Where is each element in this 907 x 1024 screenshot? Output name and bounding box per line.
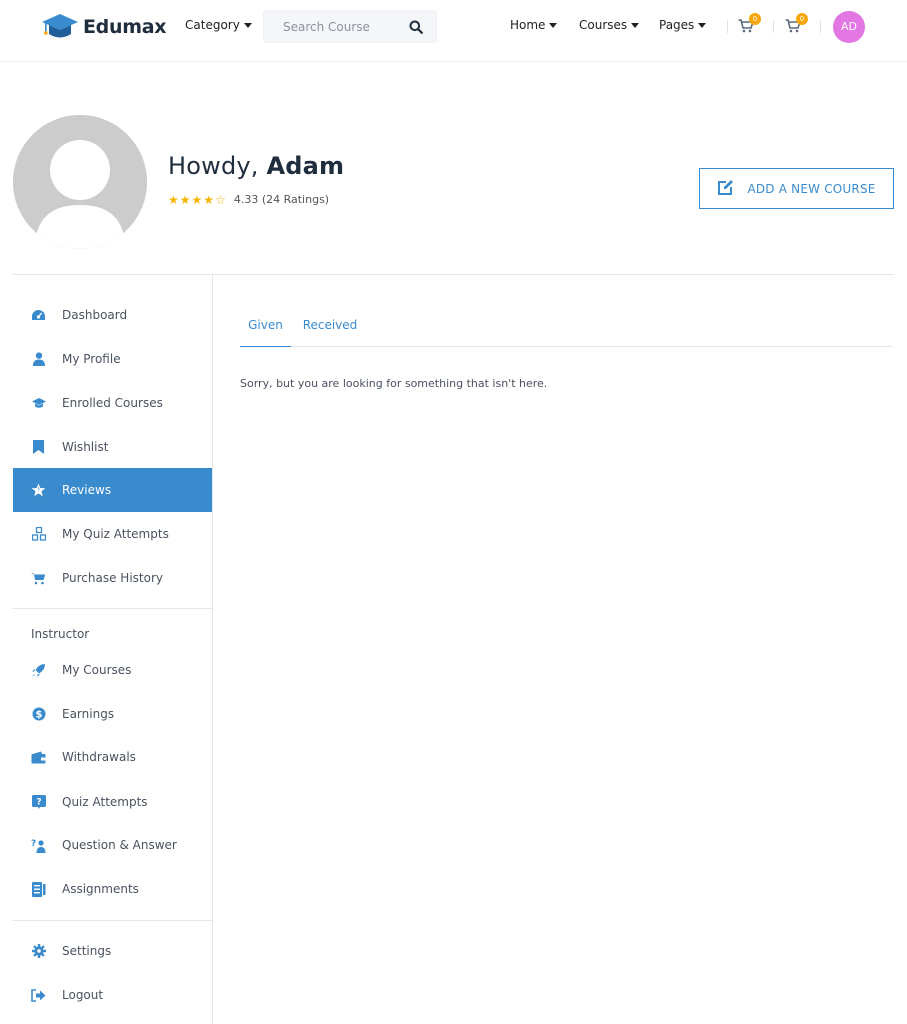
- sidebar-item-my-profile[interactable]: My Profile: [13, 337, 212, 381]
- star-empty-icon: ☆: [215, 192, 226, 207]
- caret-down-icon: [698, 22, 707, 28]
- bookmark-icon: [13, 440, 62, 454]
- sidebar-item-label: Logout: [62, 988, 104, 1002]
- tab-received[interactable]: Received: [302, 304, 358, 347]
- graduation-cap-logo-icon: [40, 12, 80, 42]
- search-input[interactable]: [264, 11, 404, 42]
- quiz-icon: [13, 527, 62, 541]
- cart-count-badge: 0: [749, 13, 761, 25]
- sidebar-item-purchase-history[interactable]: Purchase History: [13, 556, 212, 600]
- sidebar-item-wishlist[interactable]: Wishlist: [13, 425, 212, 469]
- category-dropdown[interactable]: Category: [185, 18, 252, 32]
- greeting-title: Howdy, Adam: [168, 152, 344, 180]
- nav-pages[interactable]: Pages: [659, 18, 707, 32]
- rating-stars: ★ ★ ★ ★ ☆: [168, 194, 227, 206]
- sidebar-item-label: My Courses: [62, 663, 132, 677]
- cart-icon: [13, 572, 62, 585]
- sidebar-item-label: Reviews: [62, 483, 112, 497]
- sidebar-item-label: Quiz Attempts: [62, 795, 148, 809]
- category-label: Category: [185, 18, 240, 32]
- sidebar-item-label: Assignments: [62, 882, 139, 896]
- empty-state-message: Sorry, but you are looking for something…: [240, 377, 548, 390]
- assignment-icon: [13, 881, 62, 897]
- star-icon: [13, 483, 62, 497]
- divider: [820, 20, 821, 33]
- sidebar-item-label: My Quiz Attempts: [62, 527, 169, 541]
- caret-down-icon: [631, 22, 640, 28]
- rocket-icon: [13, 663, 62, 678]
- brand-name: Edumax: [83, 16, 167, 38]
- brand-logo[interactable]: Edumax: [40, 11, 166, 43]
- svg-text:$: $: [35, 710, 42, 721]
- nav-home[interactable]: Home: [510, 18, 558, 32]
- cart-button[interactable]: 0: [738, 13, 761, 34]
- instructor-rating: ★ ★ ★ ★ ☆ 4.33 (24 Ratings): [168, 193, 329, 206]
- user-name: Adam: [266, 152, 345, 180]
- sidebar-item-earnings[interactable]: $ Earnings: [13, 692, 212, 736]
- sidebar-item-my-courses[interactable]: My Courses: [13, 648, 212, 692]
- sidebar-item-logout[interactable]: Logout: [13, 973, 212, 1017]
- cart-button-secondary[interactable]: 0: [785, 13, 808, 34]
- divider: [13, 608, 212, 609]
- divider: [773, 20, 774, 33]
- caret-down-icon: [549, 22, 558, 28]
- svg-text:?: ?: [36, 798, 41, 808]
- sidebar-item-label: Settings: [62, 944, 112, 958]
- search-icon[interactable]: [409, 19, 423, 38]
- dashboard-sidebar: Dashboard My Profile Enrolled Courses Wi…: [13, 275, 213, 1024]
- graduation-cap-icon: [13, 397, 62, 409]
- nav-home-label: Home: [510, 18, 546, 32]
- star-filled-icon: ★: [168, 192, 179, 207]
- sidebar-item-question-answer[interactable]: ? Question & Answer: [13, 823, 212, 867]
- logout-icon: [13, 988, 62, 1002]
- gear-icon: [13, 944, 62, 958]
- sidebar-item-label: Wishlist: [62, 440, 109, 454]
- reviews-tabs: Given Received: [240, 304, 893, 347]
- user-icon: [13, 352, 62, 366]
- star-filled-icon: ★: [203, 192, 215, 207]
- sidebar-item-label: My Profile: [62, 352, 121, 366]
- edit-icon: [717, 179, 747, 199]
- dashboard-icon: [13, 309, 62, 322]
- svg-text:?: ?: [31, 839, 36, 849]
- sidebar-item-assignments[interactable]: Assignments: [13, 867, 212, 911]
- tab-given[interactable]: Given: [240, 304, 291, 347]
- greeting-text: Howdy,: [168, 152, 259, 180]
- rating-text: 4.33 (24 Ratings): [233, 193, 330, 206]
- search-box: [263, 10, 437, 43]
- sidebar-item-withdrawals[interactable]: Withdrawals: [13, 735, 212, 779]
- sidebar-item-label: Question & Answer: [62, 838, 177, 852]
- sidebar-item-quiz-attempts[interactable]: ? Quiz Attempts: [13, 780, 212, 824]
- add-new-course-button[interactable]: ADD A NEW COURSE: [699, 168, 894, 209]
- qa-icon: ?: [13, 838, 62, 853]
- add-new-course-label: ADD A NEW COURSE: [747, 181, 876, 196]
- sidebar-item-enrolled-courses[interactable]: Enrolled Courses: [13, 381, 212, 425]
- sidebar-item-label: Withdrawals: [62, 750, 136, 764]
- caret-down-icon: [243, 22, 252, 28]
- user-avatar[interactable]: AD: [833, 11, 865, 43]
- sidebar-item-my-quiz-attempts[interactable]: My Quiz Attempts: [13, 512, 212, 556]
- dollar-icon: $: [13, 707, 62, 721]
- sidebar-item-settings[interactable]: Settings: [13, 929, 212, 973]
- sidebar-item-label: Earnings: [62, 707, 115, 721]
- nav-courses-label: Courses: [579, 18, 628, 32]
- sidebar-item-label: Enrolled Courses: [62, 396, 163, 410]
- instructor-heading: Instructor: [31, 627, 90, 641]
- nav-pages-label: Pages: [659, 18, 695, 32]
- sidebar-item-dashboard[interactable]: Dashboard: [13, 293, 212, 337]
- sidebar-item-label: Purchase History: [62, 571, 163, 585]
- nav-courses[interactable]: Courses: [579, 18, 640, 32]
- divider: [727, 20, 728, 33]
- top-header: Edumax Category Home Courses Pages: [0, 0, 907, 62]
- divider: [13, 920, 212, 921]
- sidebar-item-label: Dashboard: [62, 308, 128, 322]
- cart-count-badge: 0: [796, 13, 808, 25]
- profile-avatar: [13, 115, 147, 249]
- sidebar-item-reviews[interactable]: Reviews: [13, 468, 212, 512]
- wallet-icon: [13, 751, 62, 764]
- star-filled-icon: ★: [179, 192, 191, 207]
- star-filled-icon: ★: [191, 192, 203, 207]
- question-box-icon: ?: [13, 795, 62, 809]
